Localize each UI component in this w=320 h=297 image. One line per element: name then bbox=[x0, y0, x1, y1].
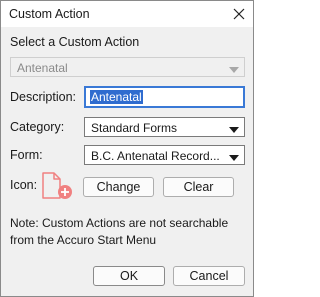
ok-button[interactable]: OK bbox=[93, 266, 165, 286]
description-field[interactable]: Antenatal bbox=[84, 86, 245, 108]
description-label: Description: bbox=[10, 90, 76, 104]
custom-action-selected-value: Antenatal bbox=[17, 61, 68, 75]
custom-action-dropdown: Antenatal bbox=[10, 57, 245, 77]
file-add-icon bbox=[41, 172, 75, 200]
chevron-down-icon bbox=[229, 64, 239, 73]
clear-button[interactable]: Clear bbox=[163, 177, 234, 197]
icon-label: Icon: bbox=[10, 178, 38, 192]
form-dropdown[interactable]: B.C. Antenatal Record... bbox=[84, 145, 245, 165]
select-custom-action-label: Select a Custom Action bbox=[10, 35, 140, 49]
custom-action-dialog: Custom Action Select a Custom Action Ant… bbox=[0, 0, 254, 297]
form-value: B.C. Antenatal Record... bbox=[91, 149, 220, 163]
category-label: Category: bbox=[10, 120, 65, 134]
title-bar: Custom Action bbox=[1, 1, 253, 27]
change-button[interactable]: Change bbox=[83, 177, 154, 197]
category-dropdown[interactable]: Standard Forms bbox=[84, 117, 245, 137]
close-icon[interactable] bbox=[229, 4, 249, 24]
note-text: Note: Custom Actions are not searchable … bbox=[10, 216, 229, 247]
cancel-button[interactable]: Cancel bbox=[173, 266, 245, 286]
category-value: Standard Forms bbox=[91, 121, 178, 135]
chevron-down-icon bbox=[229, 124, 239, 133]
form-label: Form: bbox=[10, 148, 43, 162]
window-title: Custom Action bbox=[9, 7, 90, 21]
description-value: Antenatal bbox=[90, 90, 143, 104]
chevron-down-icon bbox=[229, 152, 239, 161]
